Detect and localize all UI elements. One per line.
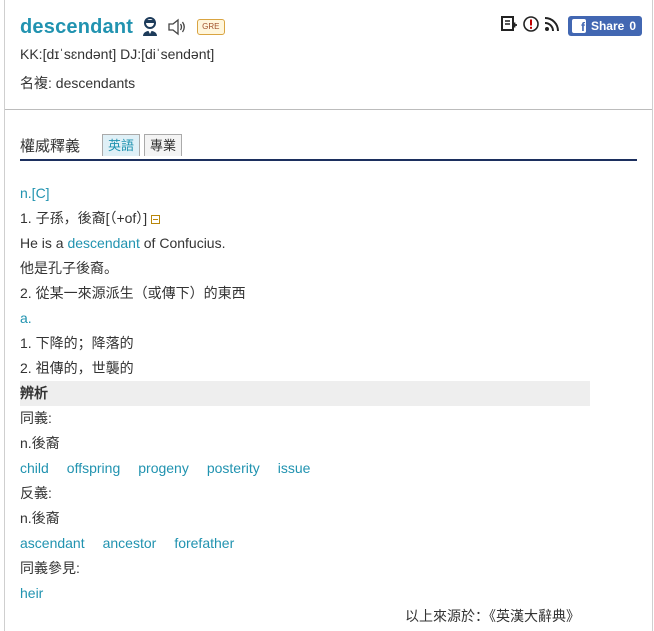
see-also-link[interactable]: heir [20, 585, 43, 601]
synonyms-pos: n.後裔 [20, 435, 60, 451]
word-forms: 名複: descendants [20, 75, 136, 91]
antonym-link[interactable]: ascendant [20, 535, 85, 551]
share-label: Share [590, 18, 625, 33]
see-also-list: heir [20, 581, 590, 606]
analysis-section-title: 辨析 [20, 381, 590, 406]
rss-icon[interactable] [544, 16, 560, 35]
definition-item: 1. 下降的；降落的 [20, 335, 134, 351]
antonyms-pos: n.後裔 [20, 510, 60, 526]
facebook-share-button[interactable]: f Share 0 [567, 15, 642, 36]
share-count: 0 [629, 18, 636, 33]
entry-header: descendant GRE f Share 0 KK:[dɪˈsɛndənt]… [5, 0, 652, 110]
definition-text: 1. 子孫，後裔[（+of）] [20, 210, 148, 226]
source-attribution: 以上來源於：《英漢大辭典》 [405, 608, 580, 624]
speaker-icon[interactable] [167, 18, 187, 36]
synonym-link[interactable]: issue [278, 460, 311, 476]
example-text: He is a [20, 235, 68, 251]
dictionary-card: descendant GRE f Share 0 KK:[dɪˈsɛndənt]… [4, 0, 653, 631]
pronunciation: KK:[dɪˈsɛndənt] DJ:[diˈsendənt] [20, 46, 215, 62]
collapse-icon[interactable] [151, 214, 161, 224]
see-also-label: 同義參見: [20, 560, 80, 576]
example-keyword: descendant [67, 235, 140, 251]
synonym-link[interactable]: posterity [207, 460, 260, 476]
report-error-icon[interactable] [522, 15, 540, 36]
antonym-link[interactable]: ancestor [103, 535, 157, 551]
example-translation: 他是孔子後裔。 [20, 260, 118, 276]
headword-row: descendant GRE [20, 13, 225, 41]
pos-noun: n.[C] [20, 185, 50, 201]
synonym-link[interactable]: offspring [67, 460, 120, 476]
tabs-title: 權威釋義 [20, 138, 81, 155]
synonym-link[interactable]: child [20, 460, 49, 476]
definition-item: 2. 祖傳的，世襲的 [20, 360, 134, 376]
facebook-icon: f [571, 18, 586, 33]
definition-tabs: 權威釋義 英語 專業 [20, 132, 637, 161]
tab-professional[interactable]: 專業 [144, 134, 183, 156]
vocabulary-book-icon[interactable] [500, 15, 518, 36]
definition-item: 2. 從某一來源派生（或傳下）的東西 [20, 285, 246, 301]
synonyms-list: child offspring progeny posterity issue [20, 456, 590, 481]
pos-adjective: a. [20, 310, 32, 326]
headword: descendant [20, 15, 134, 38]
definitions-content: n.[C] 1. 子孫，後裔[（+of）] He is a descendant… [20, 181, 590, 606]
synonym-link[interactable]: progeny [138, 460, 189, 476]
gre-badge: GRE [197, 19, 225, 35]
definition-item: 1. 子孫，後裔[（+of）] [20, 206, 590, 231]
tab-english[interactable]: 英語 [102, 134, 141, 156]
tools-bar: f Share 0 [500, 15, 642, 36]
antonym-link[interactable]: forefather [174, 535, 234, 551]
example-text: of Confucius. [139, 235, 226, 251]
person-pronounce-icon[interactable] [141, 17, 159, 37]
antonyms-list: ascendant ancestor forefather [20, 531, 590, 556]
synonyms-label: 同義: [20, 410, 52, 426]
example-sentence: He is a descendant of Confucius. [20, 231, 590, 256]
antonyms-label: 反義: [20, 485, 52, 501]
